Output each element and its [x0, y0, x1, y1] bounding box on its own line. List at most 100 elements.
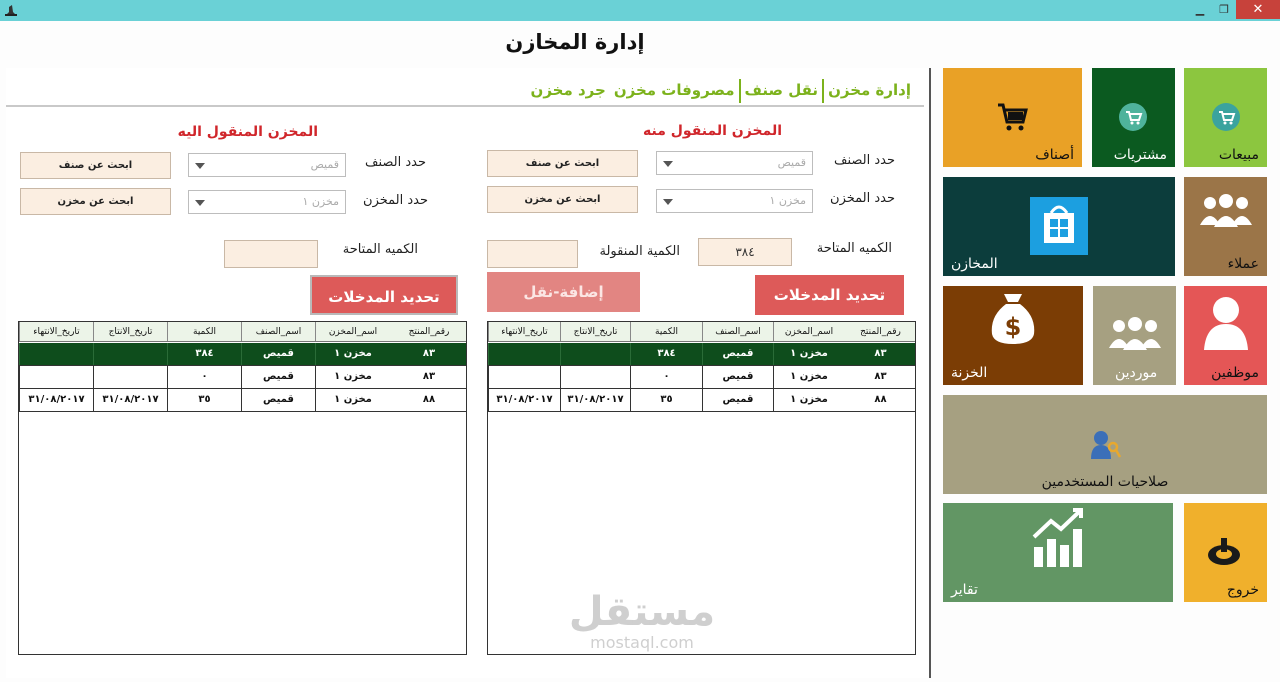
to-store-select[interactable]: مخزن ١ [188, 190, 346, 214]
cell-store: مخزن ١ [315, 366, 390, 388]
tab-item-transfer[interactable]: نقل صنف [738, 79, 825, 103]
tile-reports[interactable]: تقاير [943, 503, 1173, 602]
to-refresh-button[interactable]: تحديد المدخلات [310, 275, 458, 315]
chevron-down-icon [195, 200, 205, 206]
to-item-label: حدد الصنف [364, 155, 426, 170]
from-item-label: حدد الصنف [833, 153, 895, 168]
minimize-button[interactable]: ▁ [1188, 0, 1212, 19]
cell-production [560, 343, 630, 365]
table-row[interactable]: ٠ قميص مخزن ١ ٨٣ [19, 366, 466, 389]
tile-user-permissions[interactable]: صلاحيات المستخدمين [943, 395, 1267, 494]
cell-product-id: ٨٣ [874, 371, 887, 382]
to-item-select-value: قميص [310, 158, 339, 171]
power-icon [1208, 538, 1240, 565]
from-available-field[interactable]: ٣٨٤ [698, 238, 792, 266]
from-store-select-value: مخزن ١ [769, 194, 806, 207]
from-refresh-button[interactable]: تحديد المدخلات [755, 275, 904, 315]
add-transfer-button[interactable]: إضافة-نقل [487, 272, 640, 312]
tile-exit-label: خروج [1226, 582, 1259, 598]
tile-purchases[interactable]: مشتريات [1092, 68, 1175, 167]
from-store-select[interactable]: مخزن ١ [656, 189, 813, 213]
cell-store: مخزن ١ [315, 389, 390, 411]
to-store-grid[interactable]: تاريخ_الانتهاء تاريخ_الانتاج الكمية اسم_… [18, 321, 467, 655]
table-row[interactable]: ٣١/٠٨/٢٠١٧ ٣١/٠٨/٢٠١٧ ٣٥ قميص مخزن ١ ٨٨ [19, 389, 466, 412]
tile-customers-label: عملاء [1227, 256, 1259, 272]
from-item-select[interactable]: قميص [656, 151, 813, 175]
panel-divider [929, 68, 931, 678]
to-item-select[interactable]: قميص [188, 153, 346, 177]
tile-treasury-label: الخزنة [951, 365, 988, 381]
col-item-name: اسم_الصنف [702, 322, 773, 341]
shopping-cart-icon [998, 103, 1028, 131]
cell-item: قميص [702, 343, 773, 365]
tile-reports-label: تقاير [951, 582, 978, 598]
cell-production [560, 366, 630, 388]
tile-suppliers[interactable]: موردين [1093, 286, 1176, 385]
tile-exit[interactable]: خروج [1184, 503, 1267, 602]
svg-text:$: $ [1005, 313, 1022, 341]
col-product-id: رقم_المنتج [408, 327, 450, 337]
chevron-down-icon [663, 161, 673, 167]
tile-customers[interactable]: عملاء [1184, 177, 1267, 276]
tab-underline [6, 105, 924, 107]
moved-quantity-field[interactable] [487, 240, 578, 268]
tile-employees[interactable]: موظفين [1184, 286, 1267, 385]
cell-production: ٣١/٠٨/٢٠١٧ [560, 389, 630, 411]
table-row[interactable]: ٣٨٤ قميص مخزن ١ ٨٣ [19, 343, 466, 366]
to-store-label: حدد المخزن [363, 193, 428, 208]
cell-store: مخزن ١ [315, 343, 390, 365]
tile-treasury[interactable]: $ الخزنة [943, 286, 1083, 385]
grid-header: تاريخ_الانتهاء تاريخ_الانتاج الكمية اسم_… [19, 322, 466, 342]
to-store-search-button[interactable]: ابحث عن مخزن [20, 188, 171, 215]
cell-item: قميص [241, 343, 315, 365]
tab-store-management[interactable]: إدارة مخزن [824, 79, 915, 103]
to-item-search-button[interactable]: ابحث عن صنف [20, 152, 171, 179]
cell-expiry: ٣١/٠٨/٢٠١٧ [488, 389, 560, 411]
watermark-brand: مستقل [568, 589, 716, 635]
cell-item: قميص [702, 389, 773, 411]
from-store-label: حدد المخزن [830, 191, 895, 206]
cell-store: مخزن ١ [773, 366, 844, 388]
col-store-name: اسم_المخزن [773, 322, 844, 341]
store-bag-icon [1030, 197, 1088, 255]
cell-product-id: ٨٣ [422, 371, 436, 382]
to-store-heading: المخزن المنقول اليه [177, 124, 318, 140]
title-bar: ▁ ❐ ✕ [0, 0, 1280, 21]
col-store-name: اسم_المخزن [315, 322, 390, 341]
money-bag-icon: $ [991, 294, 1035, 344]
tile-employees-label: موظفين [1211, 365, 1259, 381]
table-row[interactable]: ٣١/٠٨/٢٠١٧ ٣١/٠٨/٢٠١٧ ٣٥ قميص مخزن ١ ٨٨ [488, 389, 915, 412]
to-available-field[interactable] [224, 240, 318, 268]
cell-item: قميص [241, 389, 315, 411]
tab-store-inventory[interactable]: جرد مخزن [527, 79, 610, 103]
col-product-id: رقم_المنتج [860, 327, 901, 337]
cell-quantity: ٣٨٤ [630, 343, 702, 365]
from-item-search-button[interactable]: ابحث عن صنف [487, 150, 638, 177]
cell-production [93, 366, 167, 388]
cell-expiry [488, 366, 560, 388]
cart-circle-icon [1119, 103, 1147, 131]
close-button[interactable]: ✕ [1236, 0, 1280, 19]
from-store-search-button[interactable]: ابحث عن مخزن [487, 186, 638, 213]
table-row[interactable]: ٣٨٤ قميص مخزن ١ ٨٣ [488, 343, 915, 366]
witch-hat-icon [5, 5, 17, 16]
watermark: مستقل mostaql.com [562, 590, 722, 652]
maximize-button[interactable]: ❐ [1212, 0, 1236, 19]
cell-expiry: ٣١/٠٨/٢٠١٧ [19, 389, 93, 411]
tile-stores[interactable]: المخازن [943, 177, 1175, 276]
user-key-icon [1091, 431, 1121, 459]
grid-header: تاريخ_الانتهاء تاريخ_الانتاج الكمية اسم_… [488, 322, 915, 342]
tile-purchases-label: مشتريات [1113, 147, 1167, 163]
tile-sales[interactable]: مبيعات [1184, 68, 1267, 167]
person-icon [1204, 297, 1248, 350]
cell-quantity: ٠ [630, 366, 702, 388]
tab-store-expenses[interactable]: مصروفات مخزن [610, 79, 739, 103]
table-row[interactable]: ٠ قميص مخزن ١ ٨٣ [488, 366, 915, 389]
users-icon [1109, 317, 1161, 350]
tile-items[interactable]: أصناف [943, 68, 1082, 167]
cell-quantity: ٣٥ [167, 389, 241, 411]
col-expiry-date: تاريخ_الانتهاء [19, 322, 93, 341]
col-production-date: تاريخ_الانتاج [560, 322, 630, 341]
moved-quantity-label: الكمية المنقولة [599, 244, 680, 259]
col-quantity: الكمية [630, 322, 702, 341]
